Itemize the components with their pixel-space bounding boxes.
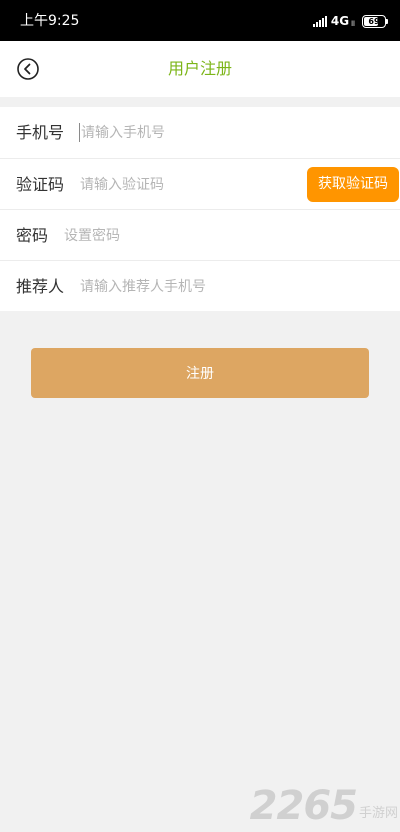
- phone-input[interactable]: [81, 121, 381, 145]
- code-input[interactable]: [80, 173, 295, 197]
- get-code-button[interactable]: 获取验证码: [307, 167, 399, 202]
- network-sub-label: ll: [351, 20, 355, 28]
- phone-row: 手机号: [0, 107, 400, 158]
- status-indicators: 4G ll 69: [312, 12, 388, 30]
- title-bar: 用户注册: [0, 41, 400, 97]
- referrer-label: 推荐人: [16, 277, 65, 296]
- register-button[interactable]: 注册: [31, 348, 369, 398]
- signal-icon: [312, 15, 327, 27]
- phone-label: 手机号: [16, 123, 65, 142]
- watermark-logo: 2265 手游网: [250, 786, 398, 826]
- text-caret: [79, 123, 80, 142]
- status-time: 上午9:25: [20, 13, 80, 29]
- password-label: 密码: [16, 226, 49, 245]
- registration-form: 手机号 验证码 获取验证码 密码 推荐人: [0, 107, 400, 311]
- watermark-text: 手游网: [358, 806, 398, 821]
- referrer-row: 推荐人: [0, 260, 400, 312]
- password-input[interactable]: [64, 224, 380, 248]
- code-row: 验证码 获取验证码: [0, 158, 400, 210]
- password-row: 密码: [0, 209, 400, 261]
- status-bar: 上午9:25 4G ll 69: [0, 0, 400, 41]
- network-label: 4G: [330, 14, 350, 28]
- battery-level: 69: [368, 16, 380, 26]
- code-label: 验证码: [16, 175, 65, 194]
- watermark-number: 2265: [249, 783, 358, 829]
- referrer-input[interactable]: [80, 275, 380, 299]
- battery-icon: 69: [362, 14, 388, 28]
- page-title: 用户注册: [167, 59, 232, 78]
